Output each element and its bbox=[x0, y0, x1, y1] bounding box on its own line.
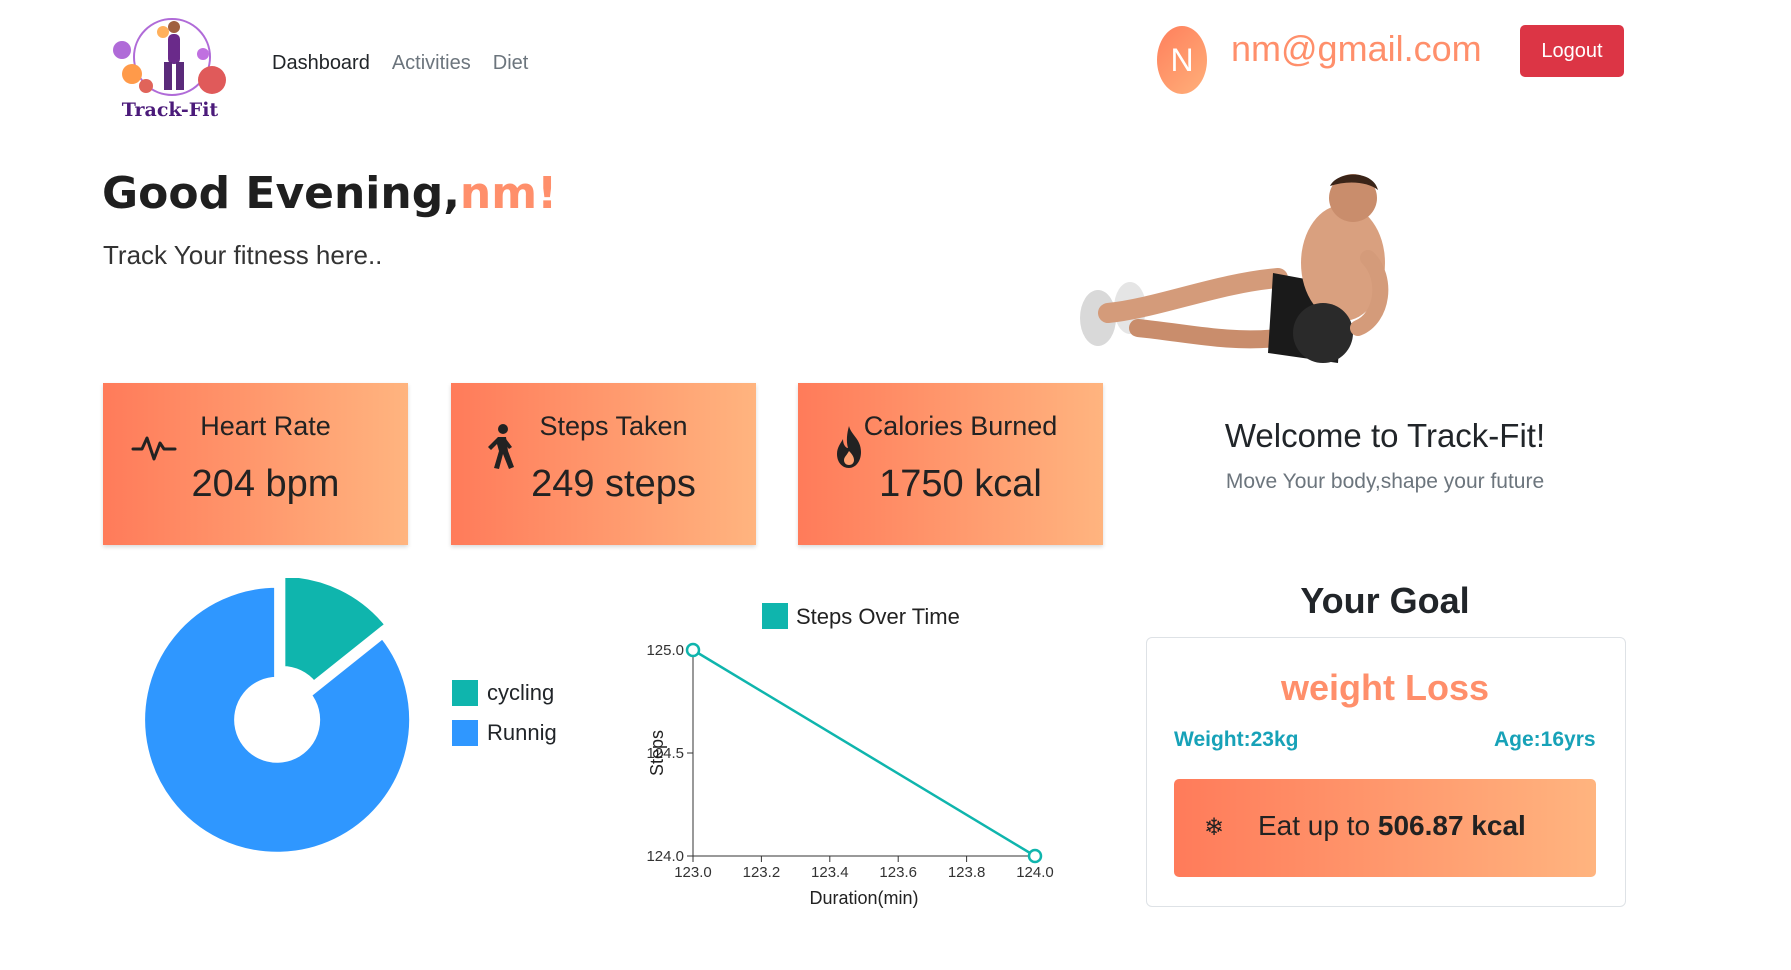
steps-label: Steps Taken bbox=[539, 411, 688, 441]
steps-card: Steps Taken 249 steps bbox=[451, 383, 756, 545]
snowflake-icon: ❄ bbox=[1204, 814, 1225, 841]
legend-item-running[interactable]: Runnig bbox=[452, 720, 557, 746]
calories-label: Calories Burned bbox=[863, 411, 1058, 441]
line-legend-label: Steps Over Time bbox=[796, 604, 960, 629]
x-tick-label: 123.8 bbox=[948, 864, 986, 881]
x-axis-label: Duration(min) bbox=[809, 888, 918, 908]
legend-swatch-running bbox=[452, 720, 478, 746]
x-tick-label: 124.0 bbox=[1016, 864, 1054, 881]
track-fit-logo[interactable]: Track-Fit bbox=[108, 12, 232, 122]
goal-weight: Weight:23kg bbox=[1174, 728, 1299, 751]
main-nav: Dashboard Activities Diet bbox=[272, 52, 528, 75]
calorie-goal-button[interactable]: ❄ Eat up to 506.87 kcal bbox=[1174, 779, 1596, 877]
steps-series-line bbox=[692, 648, 1036, 858]
y-tick-label: 125.0 bbox=[646, 642, 684, 659]
line-legend-swatch bbox=[762, 603, 788, 629]
calorie-goal-prefix: Eat up to bbox=[1258, 810, 1371, 841]
legend-swatch-cycling bbox=[452, 680, 478, 706]
calories-value: 1750 kcal bbox=[879, 463, 1042, 505]
avatar[interactable]: N bbox=[1157, 26, 1207, 94]
steps-data-point[interactable] bbox=[685, 642, 701, 658]
calories-card: Calories Burned 1750 kcal bbox=[798, 383, 1103, 545]
logo-text: Track-Fit bbox=[122, 99, 219, 121]
greeting-subtitle: Track Your fitness here.. bbox=[103, 240, 383, 270]
legend-item-cycling[interactable]: cycling bbox=[452, 680, 557, 706]
pie-legend: cycling Runnig bbox=[452, 680, 557, 760]
nav-activities[interactable]: Activities bbox=[392, 52, 471, 75]
legend-label-cycling: cycling bbox=[487, 680, 555, 705]
x-tick-label: 123.4 bbox=[811, 864, 849, 881]
athlete-illustration bbox=[1080, 174, 1389, 363]
user-email: nm@gmail.com bbox=[1231, 28, 1482, 69]
logo-graphic: Track-Fit bbox=[113, 18, 226, 121]
steps-line-chart: Steps Over Time 123.0 123.2 123.4 123.6 123.8… bbox=[646, 603, 1054, 908]
steps-data-point[interactable] bbox=[1027, 848, 1043, 864]
nav-dashboard[interactable]: Dashboard bbox=[272, 52, 370, 75]
greeting-prefix: Good Evening, bbox=[102, 168, 460, 219]
goal-name: weight Loss bbox=[1280, 667, 1490, 708]
goal-heading: Your Goal bbox=[1300, 580, 1470, 621]
heart-rate-label: Heart Rate bbox=[200, 411, 331, 441]
activity-pie-chart bbox=[139, 578, 416, 858]
logout-button[interactable]: Logout bbox=[1520, 25, 1624, 77]
welcome-tagline: Move Your body,shape your future bbox=[1225, 470, 1545, 493]
x-tick-label: 123.0 bbox=[674, 864, 712, 881]
athlete-image bbox=[1068, 168, 1434, 380]
x-tick-label: 123.6 bbox=[879, 864, 917, 881]
heart-rate-card: Heart Rate 204 bpm bbox=[103, 383, 408, 545]
greeting-name: nm! bbox=[459, 168, 558, 219]
welcome-title: Welcome to Track-Fit! bbox=[1224, 417, 1546, 454]
greeting-heading: Good Evening,nm! bbox=[102, 168, 557, 219]
steps-value: 249 steps bbox=[531, 463, 696, 505]
heart-rate-value: 204 bpm bbox=[191, 463, 340, 505]
x-tick-label: 123.2 bbox=[743, 864, 781, 881]
y-tick-label: 124.0 bbox=[646, 848, 684, 865]
legend-label-running: Runnig bbox=[487, 720, 557, 745]
calorie-goal-value: 506.87 kcal bbox=[1377, 810, 1526, 841]
goal-age: Age:16yrs bbox=[1494, 728, 1596, 751]
y-axis-label: Steps bbox=[647, 730, 667, 776]
calorie-goal-text: Eat up to 506.87 kcal bbox=[1258, 810, 1526, 842]
nav-diet[interactable]: Diet bbox=[493, 52, 529, 75]
